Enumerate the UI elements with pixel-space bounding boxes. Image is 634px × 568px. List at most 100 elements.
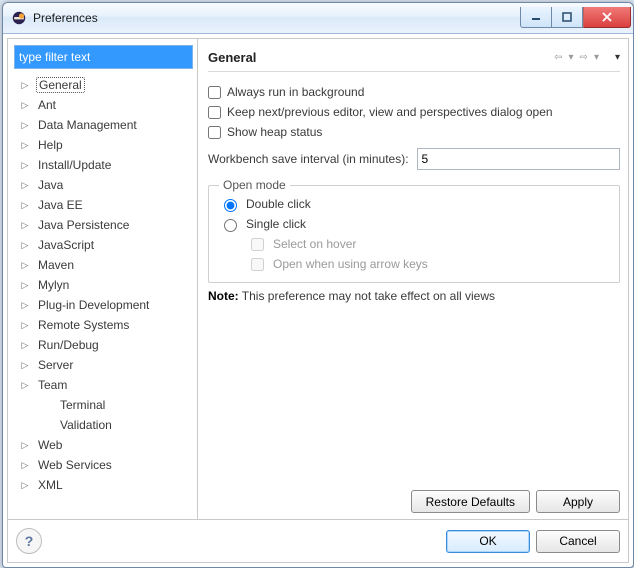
- expand-icon[interactable]: ▷: [20, 340, 30, 351]
- open-mode-group: Open mode Double click Single click Sele…: [208, 178, 620, 283]
- apply-button[interactable]: Apply: [536, 490, 620, 513]
- chk-heap-box[interactable]: [208, 126, 221, 139]
- tree-item-validation[interactable]: Validation: [14, 415, 193, 435]
- chk-run-background-label: Always run in background: [227, 85, 364, 99]
- tree-item-remote-systems[interactable]: ▷Remote Systems: [14, 315, 193, 335]
- expand-icon[interactable]: ▷: [20, 380, 30, 391]
- chk-run-background[interactable]: Always run in background: [208, 82, 620, 102]
- tree-item-team[interactable]: ▷Team: [14, 375, 193, 395]
- expand-icon[interactable]: ▷: [20, 100, 30, 111]
- maximize-button[interactable]: [551, 7, 583, 28]
- titlebar[interactable]: Preferences: [3, 3, 633, 34]
- page-header: General ⇦ ▾ ⇨ ▾ ▾: [208, 43, 620, 72]
- expand-icon[interactable]: ▷: [20, 440, 30, 451]
- tree-item-web[interactable]: ▷ Web: [14, 435, 193, 455]
- footer: ? OK Cancel: [8, 519, 628, 562]
- expand-icon[interactable]: ▷: [20, 120, 30, 131]
- chk-open-arrows: Open when using arrow keys: [247, 254, 609, 274]
- close-button[interactable]: [583, 7, 631, 28]
- save-interval-input[interactable]: [417, 148, 620, 170]
- chk-select-hover-box: [251, 238, 264, 251]
- back-menu-icon[interactable]: ▾: [569, 52, 574, 63]
- tree-item-plug-in-development[interactable]: ▷Plug-in Development: [14, 295, 193, 315]
- back-icon[interactable]: ⇦: [554, 52, 562, 63]
- chk-heap[interactable]: Show heap status: [208, 122, 620, 142]
- tree-item-javascript[interactable]: ▷ JavaScript: [14, 235, 193, 255]
- tree-item-label: Web: [36, 438, 64, 452]
- tree-item-label: Data Management: [36, 118, 139, 132]
- chk-keep-dialog-label: Keep next/previous editor, view and pers…: [227, 105, 553, 119]
- left-pane: ▷General▷Ant▷Data Management▷Help▷Instal…: [8, 39, 198, 519]
- tree-item-mylyn[interactable]: ▷ Mylyn: [14, 275, 193, 295]
- forward-menu-icon[interactable]: ▾: [594, 52, 599, 63]
- expand-icon[interactable]: ▷: [20, 480, 30, 491]
- tree-item-label: Install/Update: [36, 158, 113, 172]
- expand-icon[interactable]: ▷: [20, 320, 30, 331]
- page-menu-icon[interactable]: ▾: [615, 52, 620, 63]
- tree-item-data-management[interactable]: ▷ Data Management: [14, 115, 193, 135]
- expand-icon[interactable]: ▷: [20, 180, 30, 191]
- help-icon[interactable]: ?: [16, 528, 42, 554]
- ok-button[interactable]: OK: [446, 530, 530, 553]
- radio-double-click[interactable]: Double click: [219, 194, 609, 214]
- note: Note: This preference may not take effec…: [208, 289, 620, 303]
- tree-item-server[interactable]: ▷ Server: [14, 355, 193, 375]
- radio-double-click-label: Double click: [246, 197, 311, 211]
- expand-icon[interactable]: ▷: [20, 240, 30, 251]
- expand-icon[interactable]: ▷: [20, 460, 30, 471]
- expand-icon[interactable]: ▷: [20, 140, 30, 151]
- radio-double-click-input[interactable]: [224, 199, 237, 212]
- tree-item-label: Terminal: [58, 398, 107, 412]
- expand-icon[interactable]: ▷: [20, 280, 30, 291]
- tree-item-label: Java Persistence: [36, 218, 131, 232]
- forward-icon[interactable]: ⇨: [580, 52, 588, 63]
- expand-icon[interactable]: ▷: [20, 220, 30, 231]
- expand-icon[interactable]: ▷: [20, 260, 30, 271]
- cancel-button[interactable]: Cancel: [536, 530, 620, 553]
- category-tree[interactable]: ▷General▷Ant▷Data Management▷Help▷Instal…: [14, 75, 193, 515]
- tree-item-general[interactable]: ▷General: [14, 75, 193, 95]
- tree-item-java-ee[interactable]: ▷Java EE: [14, 195, 193, 215]
- tree-item-label: Maven: [36, 258, 76, 272]
- tree-item-ant[interactable]: ▷ Ant: [14, 95, 193, 115]
- chk-open-arrows-label: Open when using arrow keys: [273, 257, 428, 271]
- filter-input[interactable]: [14, 45, 193, 69]
- tree-item-web-services[interactable]: ▷Web Services: [14, 455, 193, 475]
- tree-item-label: Mylyn: [36, 278, 71, 292]
- chk-run-background-box[interactable]: [208, 86, 221, 99]
- tree-item-label: Ant: [36, 98, 58, 112]
- chk-keep-dialog-box[interactable]: [208, 106, 221, 119]
- page-title: General: [208, 50, 554, 65]
- note-text: This preference may not take effect on a…: [239, 289, 495, 303]
- tree-item-run-debug[interactable]: ▷Run/Debug: [14, 335, 193, 355]
- chk-select-hover: Select on hover: [247, 234, 609, 254]
- tree-item-label: Validation: [58, 418, 114, 432]
- tree-item-label: Server: [36, 358, 75, 372]
- tree-item-label: JavaScript: [36, 238, 96, 252]
- tree-item-java[interactable]: ▷Java: [14, 175, 193, 195]
- tree-item-help[interactable]: ▷ Help: [14, 135, 193, 155]
- expand-icon[interactable]: ▷: [20, 360, 30, 371]
- restore-defaults-button[interactable]: Restore Defaults: [411, 490, 530, 513]
- app-icon: [11, 10, 27, 26]
- tree-item-label: XML: [36, 478, 65, 492]
- right-pane: General ⇦ ▾ ⇨ ▾ ▾ Always run in backgrou…: [198, 39, 628, 519]
- expand-icon[interactable]: ▷: [20, 160, 30, 171]
- window-controls: [520, 8, 631, 28]
- radio-single-click[interactable]: Single click: [219, 214, 609, 234]
- tree-item-java-persistence[interactable]: ▷ Java Persistence: [14, 215, 193, 235]
- expand-icon[interactable]: ▷: [20, 80, 30, 91]
- save-interval-label: Workbench save interval (in minutes):: [208, 152, 409, 166]
- radio-single-click-input[interactable]: [224, 219, 237, 232]
- preferences-window: Preferences ▷General▷Ant▷Data Management…: [2, 2, 634, 568]
- tree-item-terminal[interactable]: Terminal: [14, 395, 193, 415]
- open-mode-legend: Open mode: [219, 178, 290, 192]
- tree-item-label: Help: [36, 138, 65, 152]
- tree-item-xml[interactable]: ▷ XML: [14, 475, 193, 495]
- expand-icon[interactable]: ▷: [20, 200, 30, 211]
- minimize-button[interactable]: [520, 7, 551, 28]
- expand-icon[interactable]: ▷: [20, 300, 30, 311]
- tree-item-maven[interactable]: ▷ Maven: [14, 255, 193, 275]
- tree-item-install-update[interactable]: ▷ Install/Update: [14, 155, 193, 175]
- chk-keep-dialog[interactable]: Keep next/previous editor, view and pers…: [208, 102, 620, 122]
